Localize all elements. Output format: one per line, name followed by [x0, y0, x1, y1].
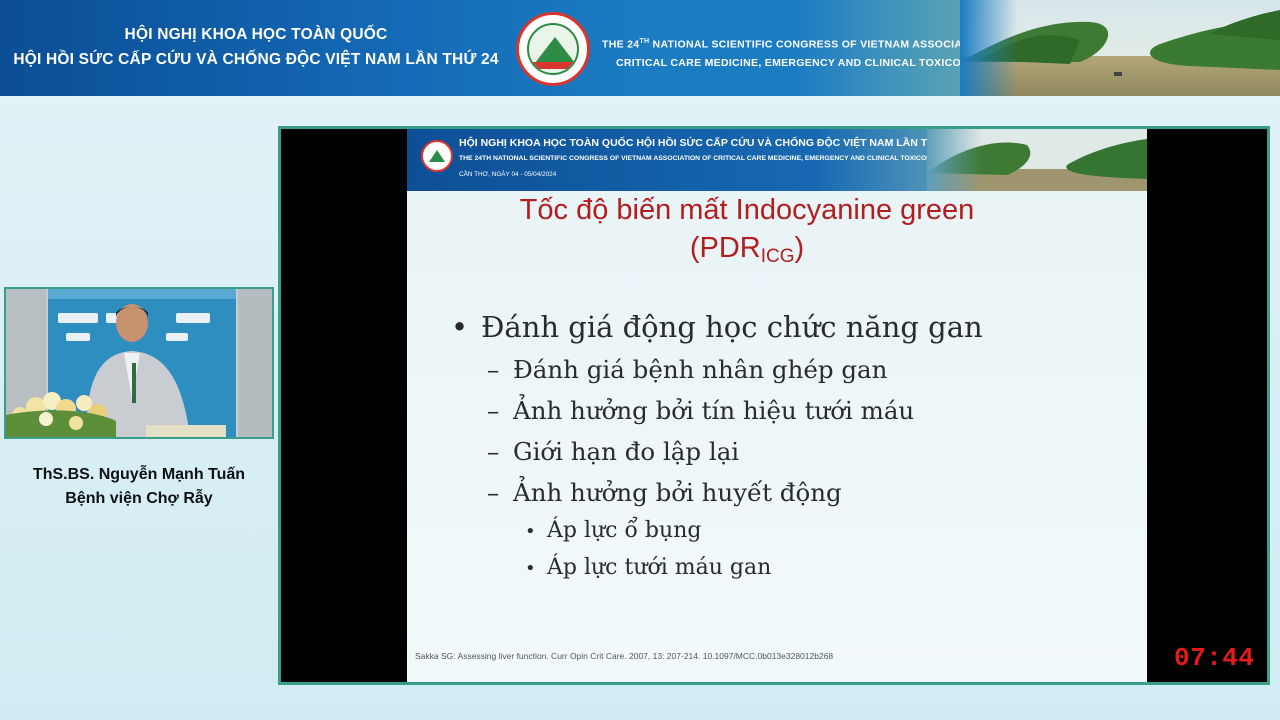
sub-bullet-text: Giới hạn đo lập lại: [513, 437, 740, 466]
sub-sub-bullet: • Áp lực tưới máu gan: [525, 555, 772, 580]
slide-header-scene-image: [927, 129, 1147, 191]
banner-english-line1: NATIONAL SCIENTIFIC CONGRESS OF VIETNAM …: [649, 38, 1007, 51]
river-scene-image: [960, 0, 1280, 96]
bullet-dot-icon: •: [451, 310, 469, 344]
banner-english-sup: TH: [639, 38, 650, 45]
conference-banner: HỘI NGHỊ KHOA HỌC TOÀN QUỐC HỘI HỒI SỨC …: [0, 0, 1280, 96]
banner-english-prefix: THE 24: [602, 38, 640, 51]
sub-sub-bullet-text: Áp lực tưới máu gan: [547, 555, 772, 580]
sub-sub-bullet-text: Áp lực ổ bụng: [547, 518, 702, 543]
sub-sub-bullet: • Áp lực ổ bụng: [525, 518, 702, 543]
slide: HỘI NGHỊ KHOA HỌC TOÀN QUỐC HỘI HỒI SỨC …: [407, 129, 1147, 682]
slide-bullets: • Đánh giá động học chức năng gan – Đánh g…: [451, 307, 983, 587]
banner-vietnamese-title: HỘI NGHỊ KHOA HỌC TOÀN QUỐC HỘI HỒI SỨC …: [0, 26, 512, 69]
banner-title-line1: HỘI NGHỊ KHOA HỌC TOÀN QUỐC: [124, 26, 388, 43]
bullet-main-text: Đánh giá động học chức năng gan: [481, 310, 983, 344]
countdown-timer: 07:44: [1174, 643, 1255, 673]
speaker-name: ThS.BS. Nguyễn Mạnh Tuấn: [32, 466, 246, 483]
slide-title-subscript: ICG: [760, 246, 795, 267]
banner-title-line2: HỘI HỒI SỨC CẤP CỨU VÀ CHỐNG ĐỘC VIỆT NA…: [13, 51, 499, 68]
slide-logo-icon: [421, 140, 453, 172]
slide-header-line3: CẦN THƠ, NGÀY 04 - 05/04/2024: [459, 171, 557, 178]
speaker-hospital: Bệnh viện Chợ Rẫy: [65, 490, 213, 507]
slide-title-suffix: ): [794, 232, 805, 264]
slide-title-line2: (PDRICG): [407, 229, 1087, 276]
speaker-caption: ThS.BS. Nguyễn Mạnh Tuấn Bệnh viện Chợ R…: [4, 463, 274, 511]
bullet-main: • Đánh giá động học chức năng gan: [451, 307, 983, 347]
slide-title-line1: Tốc độ biến mất Indocyanine green: [519, 194, 975, 226]
slide-title: Tốc độ biến mất Indocyanine green (PDRIC…: [407, 191, 1087, 276]
sub-bullet: – Ảnh hưởng bởi tín hiệu tưới máu: [487, 396, 915, 425]
sub-bullet-text: Đánh giá bệnh nhân ghép gan: [513, 355, 888, 384]
slide-citation: Sakka SG: Assessing liver function. Curr…: [415, 651, 834, 661]
presentation-frame: HỘI NGHỊ KHOA HỌC TOÀN QUỐC HỘI HỒI SỨC …: [278, 126, 1270, 685]
speaker-camera-image: [6, 289, 272, 437]
sub-bullet: – Ảnh hưởng bởi huyết động: [487, 478, 842, 507]
slide-header-line1: HỘI NGHỊ KHOA HỌC TOÀN QUỐC HỘI HỒI SỨC …: [459, 137, 959, 149]
banner-english-line2: CRITICAL CARE MEDICINE, EMERGENCY AND CL…: [616, 56, 992, 69]
sub-bullet: – Đánh giá bệnh nhân ghép gan: [487, 355, 888, 384]
slide-title-prefix: (PDR: [689, 232, 761, 264]
banner-english-title: THE 24TH NATIONAL SCIENTIFIC CONGRESS OF…: [602, 33, 1006, 72]
sub-bullet-text: Ảnh hưởng bởi huyết động: [513, 478, 842, 507]
slide-header: HỘI NGHỊ KHOA HỌC TOÀN QUỐC HỘI HỒI SỨC …: [407, 129, 1147, 191]
slide-header-line2: THE 24TH NATIONAL SCIENTIFIC CONGRESS OF…: [459, 155, 946, 162]
speaker-video: [4, 287, 274, 439]
sub-bullet-text: Ảnh hưởng bởi tín hiệu tưới máu: [513, 396, 915, 425]
sub-bullet: – Giới hạn đo lập lại: [487, 437, 740, 466]
association-logo-icon: [516, 12, 590, 86]
